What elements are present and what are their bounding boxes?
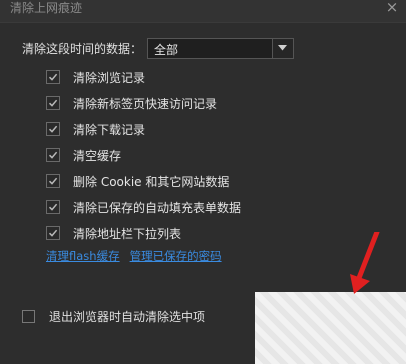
check-icon	[48, 125, 58, 133]
time-range-row: 清除这段时间的数据：	[22, 37, 142, 59]
check-icon	[48, 151, 58, 159]
option-clear-addressbar-list[interactable]: 清除地址栏下拉列表	[46, 224, 181, 242]
option-label: 清除下载记录	[73, 122, 146, 137]
checkbox[interactable]	[46, 174, 60, 188]
option-clear-history[interactable]: 清除浏览记录	[46, 68, 145, 86]
title-bar: 清除上网痕迹 ×	[0, 0, 406, 23]
checkbox[interactable]	[46, 122, 60, 136]
red-arrow-icon	[350, 232, 380, 294]
check-icon	[48, 99, 58, 107]
option-delete-cookies[interactable]: 删除 Cookie 和其它网站数据	[46, 172, 229, 190]
clear-flash-cache-link[interactable]: 清理flash缓存	[46, 248, 120, 264]
option-label: 清除地址栏下拉列表	[73, 226, 182, 241]
option-label: 清空缓存	[73, 148, 122, 163]
pixelated-watermark	[255, 292, 406, 364]
checkbox[interactable]	[46, 148, 60, 162]
option-clear-newtab-records[interactable]: 清除新标签页快速访问记录	[46, 94, 217, 112]
dialog-title: 清除上网痕迹	[10, 1, 83, 15]
time-range-label: 清除这段时间的数据：	[22, 41, 143, 56]
manage-passwords-link[interactable]: 管理已保存的密码	[130, 248, 222, 264]
time-range-select[interactable]: 全部	[147, 38, 294, 59]
check-icon	[48, 229, 58, 237]
dropdown-button[interactable]	[272, 39, 293, 58]
auto-clear-checkbox[interactable]	[22, 309, 35, 323]
time-range-value: 全部	[154, 43, 179, 57]
check-icon	[48, 203, 58, 211]
option-clear-downloads[interactable]: 清除下载记录	[46, 120, 145, 138]
links-row: 清理flash缓存 管理已保存的密码	[46, 248, 222, 264]
option-label: 清除已保存的自动填充表单数据	[73, 200, 242, 215]
checkbox[interactable]	[46, 70, 60, 84]
close-icon: ×	[385, 0, 399, 16]
checkbox[interactable]	[46, 226, 60, 240]
auto-clear-on-exit-row[interactable]: 退出浏览器时自动清除选中项	[22, 307, 205, 325]
clear-browsing-data-dialog: 清除上网痕迹 × 清除这段时间的数据： 全部 清除浏览记录 清除新标签页快速访问…	[0, 0, 406, 364]
option-label: 清除新标签页快速访问记录	[73, 96, 218, 111]
check-icon	[48, 73, 58, 81]
check-icon	[48, 177, 58, 185]
option-clear-cache[interactable]: 清空缓存	[46, 146, 121, 164]
auto-clear-label: 退出浏览器时自动清除选中项	[49, 309, 206, 324]
chevron-down-icon	[278, 45, 287, 51]
checkbox[interactable]	[46, 200, 60, 214]
close-button[interactable]: ×	[384, 0, 400, 16]
option-label: 清除浏览记录	[73, 70, 146, 85]
option-clear-autofill[interactable]: 清除已保存的自动填充表单数据	[46, 198, 241, 216]
option-label: 删除 Cookie 和其它网站数据	[73, 174, 230, 189]
checkbox[interactable]	[46, 96, 60, 110]
